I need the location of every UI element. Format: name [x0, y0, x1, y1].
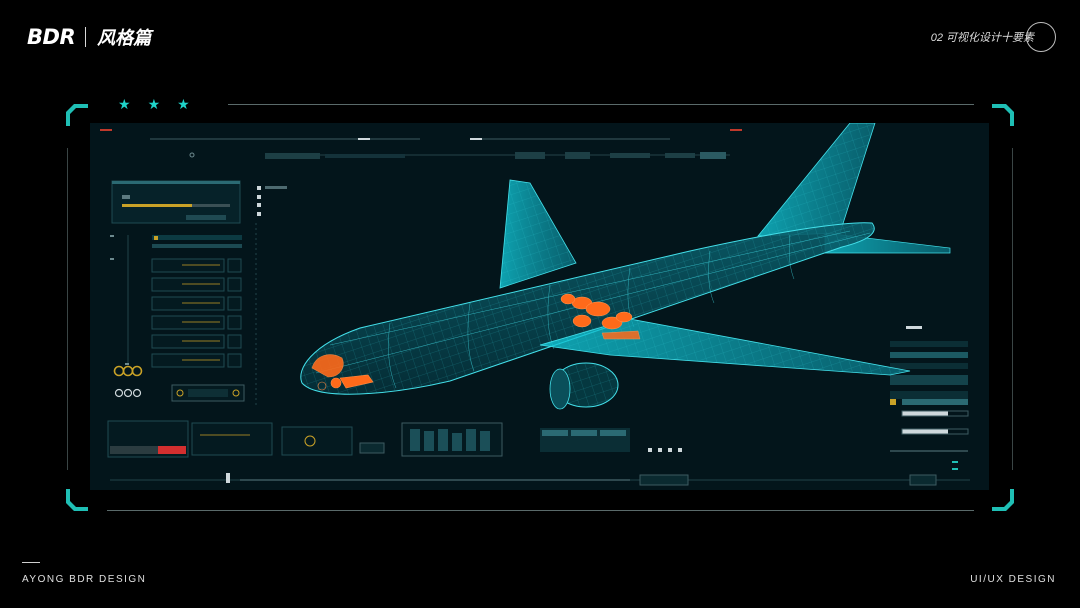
hud-graphics: [100, 123, 970, 486]
frame-top-line: [228, 104, 974, 105]
star-icon: ★: [147, 96, 161, 112]
footer-dash: [22, 562, 40, 563]
frame-corner-top-left: [66, 104, 88, 126]
star-icon: ★: [118, 96, 131, 112]
star-icon: ★: [177, 96, 190, 112]
frame-bottom-line: [107, 510, 974, 511]
left-card: [111, 180, 241, 224]
footer-left-label: AYONG BDR DESIGN: [22, 574, 147, 585]
frame-right-line: [1012, 148, 1013, 470]
brand-subtitle: 风格篇: [97, 28, 152, 49]
side-checkbox-column: [257, 186, 287, 216]
right-panel: [890, 326, 969, 470]
brand-divider: [85, 27, 87, 47]
media-controls: [171, 384, 245, 402]
hud-screen: [90, 123, 989, 490]
frame-left-line: [67, 148, 68, 470]
frame-corner-bottom-left: [66, 489, 88, 511]
footer-right-label: UI/UX DESIGN: [970, 574, 1056, 585]
frame-corner-bottom-right: [992, 489, 1014, 511]
frame-corner-top-right: [992, 104, 1014, 126]
left-list: [110, 235, 242, 368]
section-title: 02 可视化设计十要素: [931, 22, 1056, 52]
brand-logo: BDR: [27, 25, 76, 49]
rating-stars: ★ ★ ★: [118, 96, 190, 113]
top-ruler: [150, 138, 730, 156]
bottom-left-toolbar: [107, 420, 682, 458]
brand: BDR 风格篇: [27, 24, 151, 50]
aircraft-wireframe: [300, 123, 951, 410]
section-label: 02 可视化设计十要素: [930, 32, 1034, 44]
knob-icons: [113, 365, 143, 377]
